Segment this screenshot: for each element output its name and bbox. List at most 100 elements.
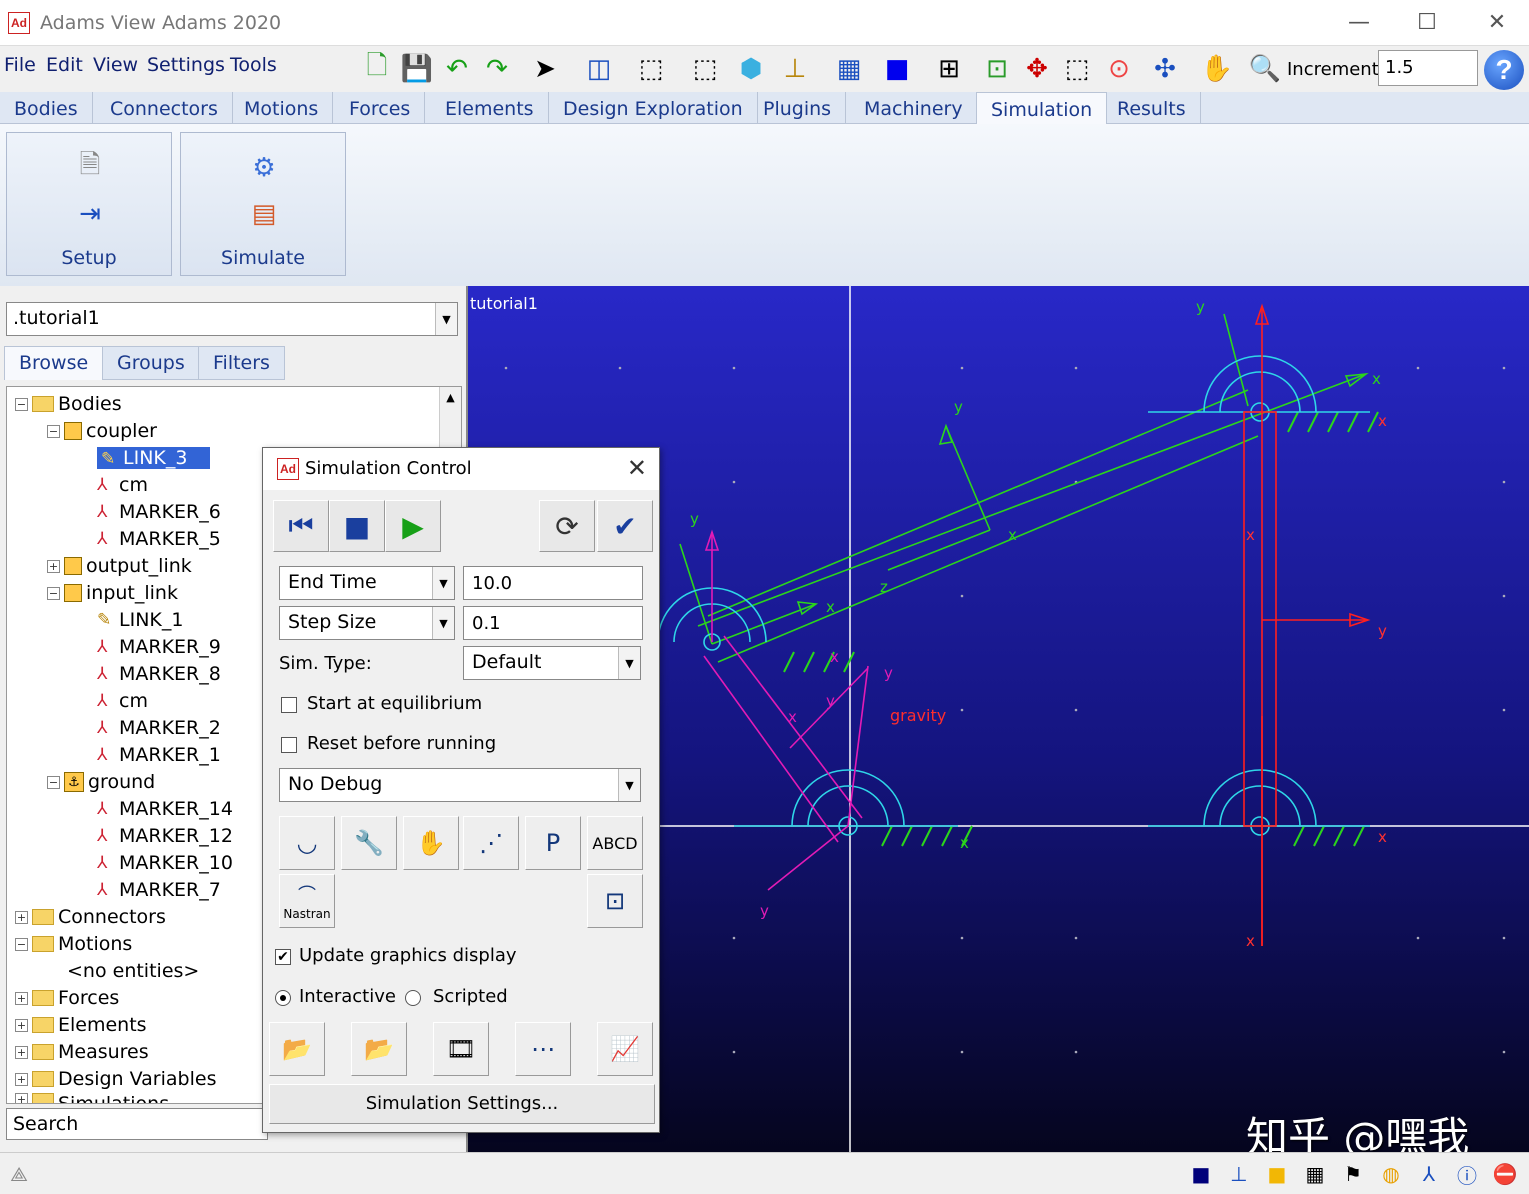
expand-icon[interactable]: + <box>15 1018 28 1032</box>
tab-browse[interactable]: Browse <box>4 346 104 380</box>
collapse-icon[interactable]: − <box>15 397 28 411</box>
collapse-icon[interactable]: − <box>15 937 28 951</box>
tree-node-marker10[interactable]: ⅄ MARKER_10 <box>97 850 233 876</box>
stop-button[interactable]: ■ <box>329 500 385 552</box>
tab-bodies[interactable]: Bodies <box>0 92 93 124</box>
tree-node-bodies[interactable]: − Bodies <box>15 391 122 417</box>
chevron-down-icon[interactable]: ▼ <box>435 303 457 335</box>
info-icon[interactable]: ⓘ <box>1452 1159 1482 1189</box>
flag-icon[interactable]: ⚑ <box>1338 1159 1368 1189</box>
ribbon-group-setup[interactable]: 🗎 ⇥ Setup <box>6 132 172 276</box>
chevron-down-icon[interactable]: ▼ <box>618 769 640 801</box>
collapse-icon[interactable]: − <box>47 775 60 789</box>
tree-node-marker5[interactable]: ⅄ MARKER_5 <box>97 526 221 552</box>
collapse-icon[interactable]: − <box>47 424 60 438</box>
reset-to-start-button[interactable]: ⏮ <box>273 500 329 552</box>
tree-node-ground[interactable]: − ⚓ ground <box>47 769 155 795</box>
table-icon[interactable]: ▦ <box>1300 1159 1330 1189</box>
chevron-down-icon[interactable]: ▼ <box>432 567 454 599</box>
tab-connectors[interactable]: Connectors <box>96 92 233 124</box>
tab-machinery[interactable]: Machinery <box>850 92 978 124</box>
zoom-box-icon[interactable]: ⬚ <box>1060 50 1094 88</box>
plot-p-icon[interactable]: P <box>525 816 581 870</box>
rotate-icon[interactable]: ✣ <box>1148 50 1182 88</box>
tree-node-marker7[interactable]: ⅄ MARKER_7 <box>97 877 221 903</box>
tab-motions[interactable]: Motions <box>230 92 334 124</box>
select-arrow-icon[interactable]: ➤ <box>528 50 562 88</box>
check-icon[interactable]: ✔ <box>597 500 653 552</box>
nastran-export-button[interactable]: ⌒ Nastran <box>279 874 335 928</box>
render-solid-icon[interactable]: ◫ <box>582 50 616 88</box>
menu-view[interactable]: View <box>93 54 138 76</box>
save-icon[interactable]: 💾 <box>400 50 434 88</box>
import-icon[interactable]: ⇥ <box>75 199 105 229</box>
abcd-table-icon[interactable]: ABCD <box>587 816 643 870</box>
expand-icon[interactable]: + <box>15 991 28 1005</box>
interactive-radio[interactable] <box>275 990 291 1006</box>
tree-node-marker14[interactable]: ⅄ MARKER_14 <box>97 796 233 822</box>
fit-all-icon[interactable]: ✥ <box>1020 50 1054 88</box>
load-animation-icon[interactable]: 📂 <box>269 1022 325 1076</box>
minimize-button[interactable]: — <box>1344 10 1374 36</box>
menu-tools[interactable]: Tools <box>230 54 277 76</box>
tree-node-link1[interactable]: ✎ LINK_1 <box>97 607 183 633</box>
tab-filters[interactable]: Filters <box>198 346 285 380</box>
tree-node-cm[interactable]: ⅄ cm <box>97 472 148 498</box>
hand-icon[interactable]: ✋ <box>403 816 459 870</box>
redo-icon[interactable]: ↷ <box>480 50 514 88</box>
tree-node-marker2[interactable]: ⅄ MARKER_2 <box>97 715 221 741</box>
color-icon[interactable]: ■ <box>1262 1159 1292 1189</box>
tree-node-measures[interactable]: + Measures <box>15 1039 149 1065</box>
debug-select[interactable]: No Debug ▼ <box>279 768 641 802</box>
measure-plot-icon[interactable]: ⊡ <box>587 874 643 928</box>
sim-type-select[interactable]: Default ▼ <box>463 646 641 680</box>
gear-icon[interactable]: ⚙ <box>249 153 279 183</box>
expand-icon[interactable]: + <box>15 1072 28 1086</box>
help-icon[interactable]: ? <box>1484 50 1524 90</box>
step-size-input[interactable]: 0.1 <box>463 606 643 640</box>
triad-icon[interactable]: ⟁ <box>4 1159 34 1189</box>
new-model-icon[interactable]: 🗋 <box>360 50 394 88</box>
undo-icon[interactable]: ↶ <box>440 50 474 88</box>
tab-groups[interactable]: Groups <box>102 346 200 380</box>
save-animation-icon[interactable]: 📂 <box>351 1022 407 1076</box>
tree-node-marker6[interactable]: ⅄ MARKER_6 <box>97 499 221 525</box>
scripted-radio[interactable] <box>405 990 421 1006</box>
postprocessor-icon[interactable]: 📈 <box>597 1022 653 1076</box>
simulate-table-icon[interactable]: ▤ <box>249 199 279 229</box>
pan-hand-icon[interactable]: ✋ <box>1200 50 1234 88</box>
grid-icon[interactable]: ▦ <box>832 50 866 88</box>
tree-node-input-link[interactable]: − input_link <box>47 580 178 606</box>
coordinates-icon[interactable]: ⅄ <box>1414 1159 1444 1189</box>
expand-icon[interactable]: + <box>15 1093 28 1103</box>
tree-node-motions[interactable]: − Motions <box>15 931 132 957</box>
search-input[interactable]: Search <box>6 1108 268 1140</box>
close-window-button[interactable]: ✕ <box>1482 10 1512 36</box>
render-shaded-icon[interactable]: ⬢ <box>734 50 768 88</box>
chevron-down-icon[interactable]: ▼ <box>432 607 454 639</box>
render-hidden-icon[interactable]: ⬚ <box>688 50 722 88</box>
scroll-up-icon[interactable]: ▲ <box>440 387 461 404</box>
wrench-icon[interactable]: 🔧 <box>341 816 397 870</box>
plot-export-icon[interactable]: ⋰ <box>463 816 519 870</box>
tree-node-design-variables[interactable]: + Design Variables <box>15 1066 216 1092</box>
render-wireframe-icon[interactable]: ⬚ <box>634 50 668 88</box>
increment-input[interactable]: 1.5 <box>1378 50 1478 86</box>
step-mode-select[interactable]: Step Size ▼ <box>279 606 455 640</box>
tree-node-link3[interactable]: ✎ LINK_3 <box>97 445 210 471</box>
tree-node-marker8[interactable]: ⅄ MARKER_8 <box>97 661 221 687</box>
tab-forces[interactable]: Forces <box>335 92 426 124</box>
tab-results[interactable]: Results <box>1103 92 1201 124</box>
center-icon[interactable]: ⊙ <box>1102 50 1136 88</box>
tab-elements[interactable]: Elements <box>431 92 549 124</box>
model-select[interactable]: .tutorial1 ▼ <box>6 302 458 336</box>
tree-node-marker12[interactable]: ⅄ MARKER_12 <box>97 823 233 849</box>
animation-icon[interactable]: ◡ <box>279 816 335 870</box>
tree-node-elements[interactable]: + Elements <box>15 1012 147 1038</box>
plot-points-icon[interactable]: ⋯ <box>515 1022 571 1076</box>
render-mode-icon[interactable]: ⊞ <box>932 50 966 88</box>
start-equilibrium-checkbox[interactable] <box>281 697 297 713</box>
menu-edit[interactable]: Edit <box>46 54 83 76</box>
working-grid-icon[interactable]: ⊥ <box>1224 1159 1254 1189</box>
expand-icon[interactable]: + <box>15 1045 28 1059</box>
